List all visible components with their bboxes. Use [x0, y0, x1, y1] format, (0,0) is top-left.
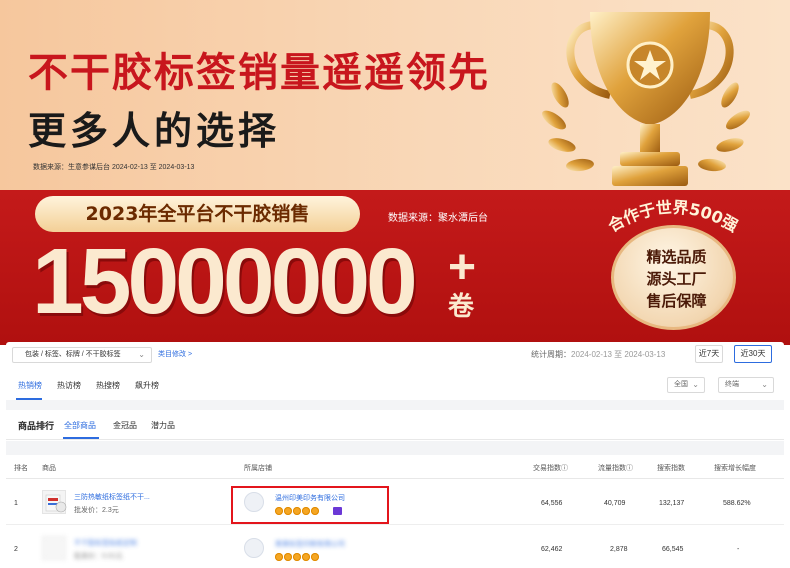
chevron-down-icon: ⌄	[761, 380, 768, 389]
ranking-title: 商品排行	[18, 421, 55, 431]
stat-period-label: 统计周期：	[531, 350, 571, 359]
chevron-down-icon: ⌄	[138, 350, 145, 359]
analytics-panel: 包装 / 标签、标牌 / 不干胶标签 ⌄ 类目修改 > 统计周期：2024-02…	[6, 342, 784, 568]
ranking-header: 商品排行 全部商品 金冠品 潜力品	[6, 410, 784, 440]
star-icon	[302, 553, 310, 561]
headline-more-choice: 更多人的选择	[28, 109, 281, 153]
divider	[6, 441, 784, 455]
category-path: 包装 / 标签、标牌 / 不干胶标签	[25, 351, 121, 358]
col-product: 商品	[42, 465, 56, 472]
search-index: 132,137	[659, 500, 685, 507]
shop-avatar	[244, 538, 264, 558]
shop-rating	[275, 553, 320, 561]
product-price: 批发价：2.3元	[74, 507, 119, 514]
badge-line-factory: 源头工厂	[646, 270, 707, 288]
col-trade-index[interactable]: 交易指数ⓘ	[533, 463, 568, 473]
subtab-all-products[interactable]: 全部商品	[64, 420, 96, 431]
row-rank: 2	[14, 546, 18, 553]
traffic-index: 40,709	[604, 500, 626, 507]
headline-sales-leading: 不干胶标签销量遥遥领先	[28, 50, 490, 96]
row-rank: 1	[14, 500, 18, 507]
stat-period-dates: 2024-02-13 至 2024-03-13	[571, 350, 666, 359]
col-shop: 所属店铺	[244, 465, 272, 472]
chevron-down-icon: ⌄	[692, 380, 699, 389]
table-row[interactable]: 2 不干胶标签贴纸定制 批发价：0.01元 某某标签印刷有限公司 62,462 …	[6, 526, 784, 568]
product-thumbnail[interactable]	[42, 490, 67, 514]
terminal-select[interactable]: 终端 ⌄	[718, 377, 774, 393]
star-icon	[311, 553, 319, 561]
search-growth: 588.62%	[723, 500, 751, 507]
label-roll-icon	[45, 494, 67, 513]
badge-line-service: 售后保障	[646, 292, 707, 310]
trade-index: 62,462	[541, 546, 563, 553]
sales-big-number: 15000000	[32, 229, 418, 333]
col-rank: 排名	[14, 465, 28, 472]
source-note-top: 数据来源：生意参谋后台 2024-02-13 至 2024-03-13	[33, 164, 195, 171]
stat-period: 统计周期：2024-02-13 至 2024-03-13	[531, 348, 665, 362]
search-index: 66,545	[662, 546, 684, 553]
tab-rising[interactable]: 飙升榜	[135, 380, 159, 391]
badge-line-quality: 精选品质	[646, 248, 707, 266]
col-traffic-index[interactable]: 流量指数ⓘ	[598, 463, 633, 473]
shop-name-link[interactable]: 某某标签印刷有限公司	[275, 539, 345, 549]
trade-index: 64,556	[541, 500, 563, 507]
product-title-link[interactable]: 不干胶标签贴纸定制	[74, 538, 137, 548]
category-select[interactable]: 包装 / 标签、标牌 / 不干胶标签 ⌄	[12, 347, 152, 363]
period-30d-button[interactable]: 近30天	[734, 345, 772, 363]
col-search-growth: 搜索增长幅度	[714, 465, 756, 472]
star-icon	[284, 553, 292, 561]
star-icon	[275, 553, 283, 561]
subtab-active-indicator	[63, 437, 99, 439]
table-header: 排名 商品 所属店铺 交易指数ⓘ 流量指数ⓘ 搜索指数 搜索增长幅度	[6, 455, 784, 479]
source-note-sales: 数据来源：聚水潭后台	[388, 213, 488, 224]
traffic-index: 2,878	[610, 546, 628, 553]
product-title-link[interactable]: 三防热敏纸标签纸不干...	[74, 492, 150, 502]
annual-sales-pill: 2023年全平台不干胶销售	[35, 196, 360, 232]
tab-hot-search[interactable]: 热搜榜	[96, 380, 120, 391]
quality-badge: 精选品质 源头工厂 售后保障	[611, 225, 736, 330]
tab-hot-sales[interactable]: 热销榜	[18, 380, 42, 391]
region-select[interactable]: 全国 ⌄	[667, 377, 705, 393]
region-select-value: 全国	[674, 381, 688, 388]
terminal-select-value: 终端	[725, 381, 739, 388]
tab-hot-visits[interactable]: 热访榜	[57, 380, 81, 391]
search-growth: -	[737, 546, 740, 553]
star-icon	[293, 553, 301, 561]
period-7d-button[interactable]: 近7天	[695, 345, 723, 363]
product-price: 批发价：0.01元	[74, 553, 123, 560]
table-row[interactable]: 1 三防热敏纸标签纸不干... 批发价：2.3元 温州印美印务有限公司 64,5…	[6, 480, 784, 525]
category-edit-link[interactable]: 类目修改 >	[158, 348, 192, 362]
subtab-gold-crown[interactable]: 金冠品	[113, 420, 137, 431]
unit-roll: 卷	[448, 292, 475, 322]
trophy-icon	[542, 12, 750, 186]
shop-highlight-box	[231, 486, 389, 524]
subtab-potential[interactable]: 潜力品	[151, 420, 175, 431]
col-search-index: 搜索指数	[657, 465, 685, 472]
promo-page: 不干胶标签销量遥遥领先 更多人的选择 数据来源：生意参谋后台 2024-02-1…	[0, 0, 790, 568]
product-thumbnail[interactable]	[42, 536, 66, 560]
divider	[6, 400, 784, 410]
